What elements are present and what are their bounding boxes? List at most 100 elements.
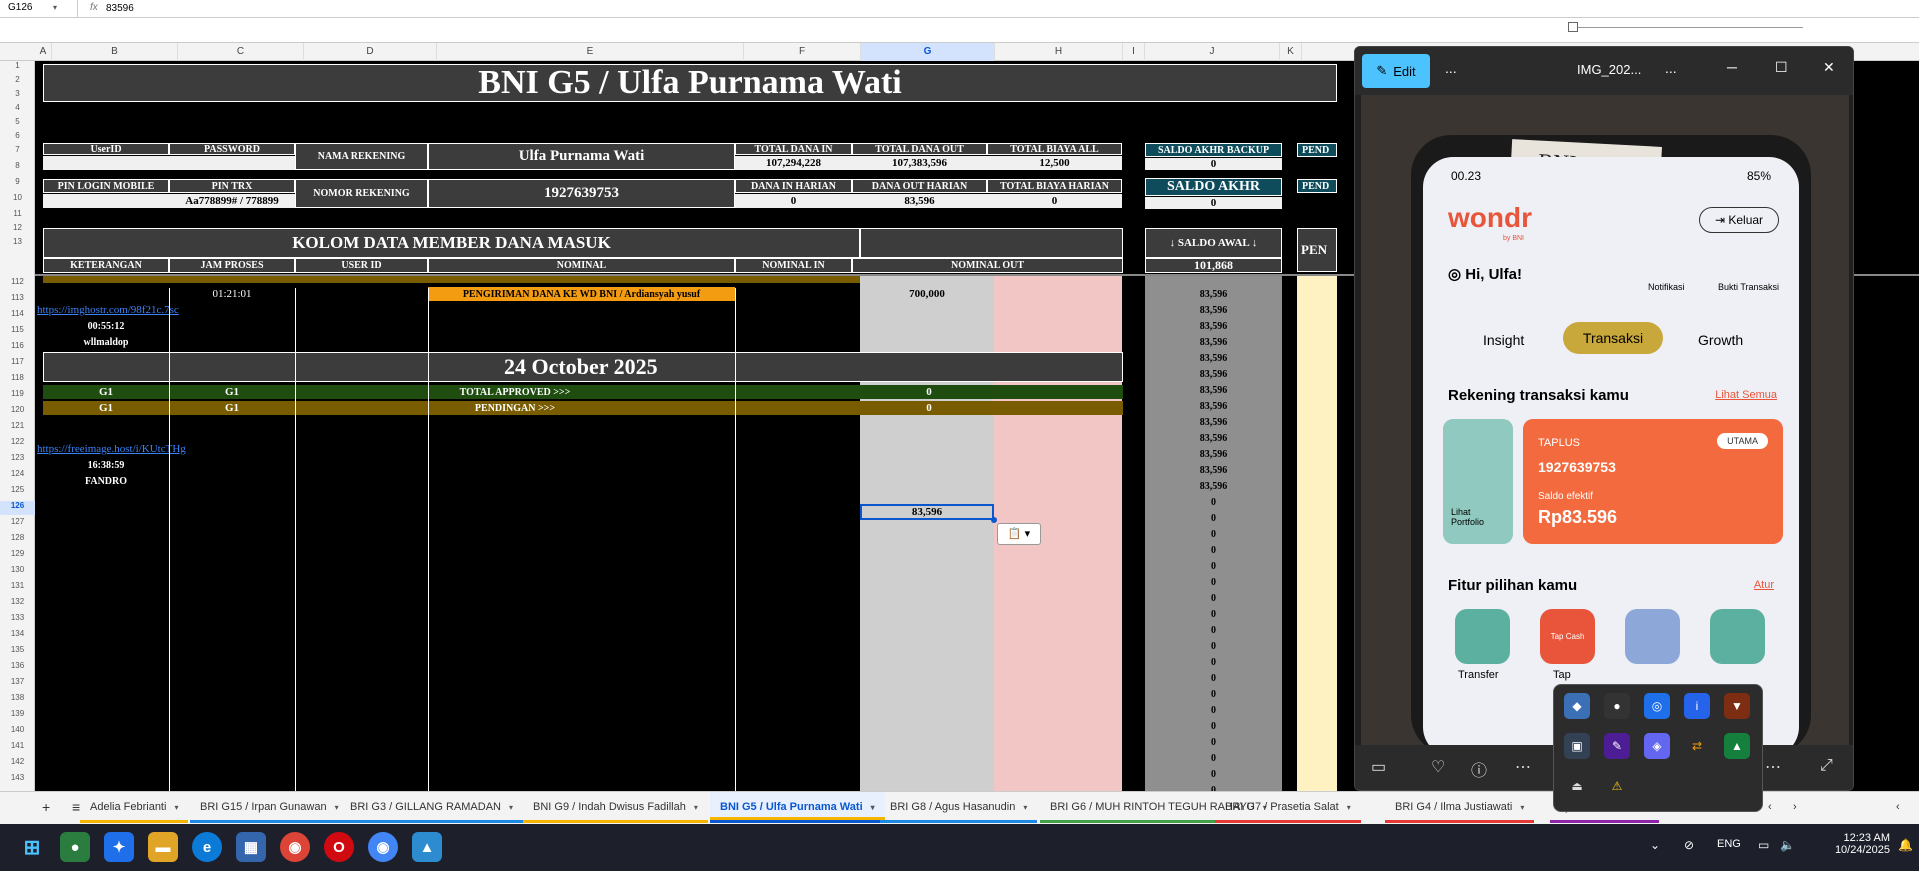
language-indicator[interactable]: ENG: [1717, 838, 1741, 850]
row-header[interactable]: 143: [0, 773, 35, 787]
maximize-icon[interactable]: ☐: [1775, 59, 1788, 76]
paste-options-button[interactable]: 📋 ▾: [997, 523, 1041, 545]
r123-time[interactable]: 16:38:59: [43, 458, 169, 472]
zoom-slider[interactable]: [1568, 22, 1803, 32]
saldo-cell[interactable]: 0: [1145, 559, 1282, 573]
saldo-cell[interactable]: 0: [1145, 575, 1282, 589]
photos-icon[interactable]: ▲: [412, 832, 442, 862]
saldo-backup-value[interactable]: 0: [1145, 158, 1282, 170]
row-header[interactable]: 7: [0, 145, 35, 157]
dana-out-harian-value[interactable]: 83,596: [852, 194, 987, 208]
row-header[interactable]: 142: [0, 757, 35, 771]
saldo-cell[interactable]: 83,596: [1145, 431, 1282, 445]
copilot-icon[interactable]: ✦: [104, 832, 134, 862]
column-header-B[interactable]: B: [52, 43, 178, 61]
formula-input[interactable]: 83596: [106, 3, 134, 14]
r113-nominal[interactable]: PENGIRIMAN DANA KE WD BNI / Ardiansyah y…: [428, 287, 735, 301]
saldo-cell[interactable]: 83,596: [1145, 399, 1282, 413]
sheet-tab[interactable]: BRI G8 / Agus Hasanudin ▾: [880, 792, 1038, 823]
saldo-cell[interactable]: 83,596: [1145, 287, 1282, 301]
row-header[interactable]: 9: [0, 177, 35, 189]
info-icon[interactable]: ⓘ: [1471, 757, 1487, 781]
row-header[interactable]: 125: [0, 485, 35, 499]
chevron-down-icon[interactable]: ▾: [1347, 803, 1351, 812]
saldo-cell[interactable]: 83,596: [1145, 319, 1282, 333]
chrome-profile-icon[interactable]: ◉: [368, 832, 398, 862]
tray-app-icon-5[interactable]: ▼: [1724, 693, 1750, 719]
more-options-icon-2[interactable]: ...: [1665, 60, 1677, 76]
row-header[interactable]: 114: [0, 309, 35, 323]
dana-in-harian-value[interactable]: 0: [735, 194, 852, 208]
close-icon[interactable]: ✕: [1823, 59, 1835, 76]
saldo-cell[interactable]: 83,596: [1145, 463, 1282, 477]
tab-scroll-right-icon[interactable]: ›: [1783, 792, 1807, 823]
more-options-icon[interactable]: ...: [1445, 60, 1457, 76]
row-header[interactable]: 131: [0, 581, 35, 595]
row-header[interactable]: 120: [0, 405, 35, 419]
saldo-cell[interactable]: 0: [1145, 671, 1282, 685]
row-header[interactable]: 136: [0, 661, 35, 675]
selected-cell-g126[interactable]: 83,596: [860, 504, 994, 520]
opera-icon[interactable]: O: [324, 832, 354, 862]
password-value[interactable]: [169, 156, 295, 170]
saldo-cell[interactable]: 0: [1145, 591, 1282, 605]
tray-info-icon[interactable]: i: [1684, 693, 1710, 719]
row-header[interactable]: 1: [0, 61, 35, 73]
saldo-cell[interactable]: 0: [1145, 527, 1282, 541]
more-icon[interactable]: ⋯: [1515, 757, 1531, 777]
column-header-K[interactable]: K: [1280, 43, 1302, 61]
row-header[interactable]: 140: [0, 725, 35, 739]
row-header[interactable]: 10: [0, 193, 35, 205]
filmstrip-icon[interactable]: ▭: [1371, 757, 1386, 777]
bukti-transaksi-label[interactable]: Bukti Transaksi: [1718, 282, 1779, 292]
saldo-cell[interactable]: 0: [1145, 495, 1282, 509]
chevron-down-icon[interactable]: ▾: [53, 3, 57, 12]
row-header[interactable]: 118: [0, 373, 35, 387]
nama-rekening-value[interactable]: Ulfa Purnama Wati: [428, 143, 735, 170]
tray-expand-icon[interactable]: ⌄: [1650, 838, 1660, 852]
row-header[interactable]: 119: [0, 389, 35, 403]
saldo-cell[interactable]: 83,596: [1145, 415, 1282, 429]
saldo-cell[interactable]: 0: [1145, 783, 1282, 791]
row-header[interactable]: 137: [0, 677, 35, 691]
saldo-akhr-value[interactable]: 0: [1145, 197, 1282, 209]
row-header[interactable]: 6: [0, 131, 35, 143]
row-header[interactable]: 122: [0, 437, 35, 451]
column-header-I[interactable]: I: [1123, 43, 1145, 61]
column-header-F[interactable]: F: [744, 43, 861, 61]
tray-usb-icon[interactable]: ⏏: [1564, 773, 1590, 799]
r115-time[interactable]: 00:55:12: [43, 319, 169, 333]
row-header[interactable]: 128: [0, 533, 35, 547]
pin-login-value[interactable]: [43, 194, 169, 208]
notification-icon[interactable]: 🔔: [1898, 838, 1913, 852]
atur-link[interactable]: Atur: [1754, 579, 1774, 591]
column-header-E[interactable]: E: [437, 43, 744, 61]
total-biaya-harian-value[interactable]: 0: [987, 194, 1122, 208]
nav-insight[interactable]: Insight: [1483, 332, 1524, 348]
nav-growth[interactable]: Growth: [1698, 332, 1743, 348]
tray-app-icon-2[interactable]: ●: [1604, 693, 1630, 719]
chrome-icon[interactable]: ◉: [280, 832, 310, 862]
tray-app-icon-3[interactable]: ◎: [1644, 693, 1670, 719]
chevron-down-icon[interactable]: ▾: [1520, 803, 1524, 812]
row-header[interactable]: 135: [0, 645, 35, 659]
sheet-tab[interactable]: BRI G15 / Irpan Gunawan ▾: [190, 792, 349, 823]
lihat-semua-link[interactable]: Lihat Semua: [1715, 389, 1777, 401]
windows-start-icon[interactable]: ⊞: [17, 832, 47, 862]
saldo-cell[interactable]: 0: [1145, 655, 1282, 669]
saldo-cell[interactable]: 0: [1145, 719, 1282, 733]
tray-nvidia-icon[interactable]: ▲: [1724, 733, 1750, 759]
saldo-cell[interactable]: 0: [1145, 703, 1282, 717]
column-header-A[interactable]: A: [35, 43, 52, 61]
clock[interactable]: 12:23 AM 10/24/2025: [1830, 832, 1890, 856]
feature-icon-4[interactable]: [1710, 609, 1765, 664]
row-header[interactable]: 141: [0, 741, 35, 755]
saldo-cell[interactable]: 83,596: [1145, 479, 1282, 493]
row-header[interactable]: 117: [0, 357, 35, 371]
r124-user[interactable]: FANDRO: [43, 474, 169, 488]
nav-transaksi[interactable]: Transaksi: [1563, 322, 1663, 354]
column-header-D[interactable]: D: [304, 43, 437, 61]
saldo-cell[interactable]: 0: [1145, 543, 1282, 557]
row-header[interactable]: 130: [0, 565, 35, 579]
notifikasi-label[interactable]: Notifikasi: [1648, 282, 1685, 292]
